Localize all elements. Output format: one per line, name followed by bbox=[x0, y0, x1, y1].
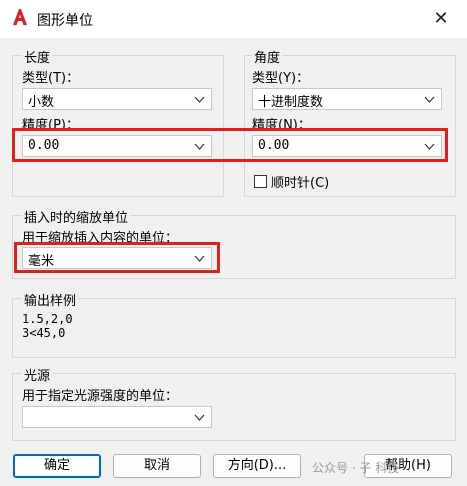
angle-group-label: 角度 bbox=[252, 47, 283, 66]
cancel-button[interactable]: 取消 bbox=[113, 454, 201, 478]
ok-button[interactable]: 确定 bbox=[13, 454, 101, 478]
length-group-label: 长度 bbox=[22, 47, 53, 66]
direction-button[interactable]: 方向(D)... bbox=[213, 454, 301, 478]
length-type-label: 类型(T)： bbox=[22, 71, 80, 86]
lighting-units-dropdown[interactable] bbox=[22, 406, 212, 428]
autocad-logo-icon bbox=[13, 9, 27, 25]
angle-type-dropdown[interactable]: 十进制度数 bbox=[252, 88, 442, 110]
chevron-down-icon bbox=[194, 96, 205, 103]
window-title: 图形单位 bbox=[37, 13, 93, 29]
insertion-group-label: 插入时的缩放单位 bbox=[22, 207, 131, 226]
length-type-value: 小数 bbox=[28, 95, 55, 110]
watermark-text: 公众号 · 子 科技 bbox=[312, 461, 400, 475]
close-icon[interactable]: ✕ bbox=[430, 8, 452, 30]
chevron-down-icon bbox=[424, 96, 435, 103]
sample-group bbox=[12, 298, 456, 358]
angle-type-value: 十进制度数 bbox=[258, 95, 324, 110]
lighting-group-label: 光源 bbox=[22, 365, 53, 384]
chevron-down-icon bbox=[194, 414, 205, 421]
sample-line-2: 3<45,0 bbox=[22, 326, 66, 340]
clockwise-checkbox[interactable] bbox=[254, 175, 267, 188]
length-type-dropdown[interactable]: 小数 bbox=[22, 88, 212, 110]
insertion-highlight bbox=[14, 242, 220, 273]
angle-type-label: 类型(Y)： bbox=[252, 71, 310, 86]
precision-highlight bbox=[12, 128, 448, 162]
lighting-units-label: 用于指定光源强度的单位： bbox=[22, 389, 179, 404]
clockwise-label[interactable]: 顺时针(C) bbox=[271, 172, 329, 191]
sample-group-label: 输出样例 bbox=[22, 290, 79, 309]
sample-line-1: 1.5,2,0 bbox=[22, 312, 73, 326]
